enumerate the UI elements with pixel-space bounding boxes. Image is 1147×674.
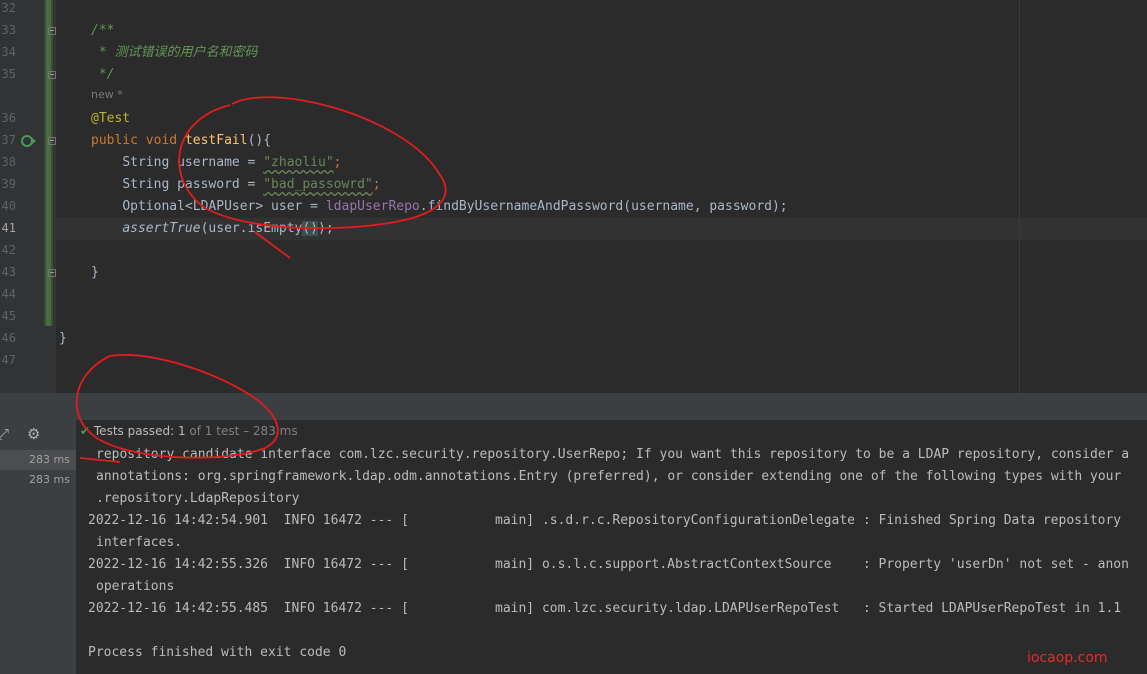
console-line: Process finished with exit code 0 [88, 645, 347, 660]
line-number: 36 [1, 111, 16, 125]
line-number: 37 [1, 133, 16, 147]
vcs-change-marker [44, 0, 53, 326]
watermark: iocaop.com [1027, 650, 1108, 666]
fold-icon[interactable] [48, 27, 56, 35]
code-line: */ [91, 67, 115, 82]
console-line: .repository.LdapRepository [96, 491, 300, 506]
console-line: 2022-12-16 14:42:55.485 INFO 16472 --- [… [88, 601, 1122, 616]
console-line: 2022-12-16 14:42:55.326 INFO 16472 --- [… [88, 557, 1129, 572]
test-tree[interactable]: 283 ms 283 ms [0, 420, 77, 674]
run-panel-header [0, 393, 1147, 420]
line-number: 32 [1, 1, 16, 15]
line-number: 42 [1, 243, 16, 257]
test-tree-row[interactable]: 283 ms [0, 470, 76, 490]
line-number: 44 [1, 287, 16, 301]
code-editor[interactable]: 32 33 34 35 36 37 38 39 40 41 42 43 44 4… [0, 0, 1147, 393]
code-line: String password = "bad_passowrd"; [122, 177, 381, 192]
line-number: 46 [1, 331, 16, 345]
expand-icon[interactable]: ⤢ [0, 425, 9, 443]
console-line: operations [96, 579, 175, 594]
line-number: 41 [1, 221, 16, 235]
gear-icon[interactable]: ⚙ [27, 425, 40, 443]
line-number: 45 [1, 309, 16, 323]
code-line: String username = "zhaoliu"; [122, 155, 342, 170]
test-status: ✔ Tests passed: 1 of 1 test – 283 ms [80, 424, 298, 438]
code-line: public void testFail(){ [91, 133, 272, 148]
code-line: Optional<LDAPUser> user = ldapUserRepo.f… [122, 199, 788, 214]
method-name: testFail [184, 133, 248, 148]
code-line: } [91, 265, 99, 280]
right-margin-guide [1019, 0, 1020, 393]
code-line: @Test [91, 111, 131, 126]
run-tool-window: 283 ms 283 ms ⤢ ⚙ ✔ Tests passed: 1 of 1… [0, 393, 1147, 674]
editor-gutter: 32 33 34 35 36 37 38 39 40 41 42 43 44 4… [0, 0, 56, 393]
run-test-icon[interactable] [21, 133, 37, 149]
check-icon: ✔ [80, 424, 91, 438]
inlay-hint: new * [91, 88, 123, 101]
console-line: 2022-12-16 14:42:54.901 INFO 16472 --- [… [88, 513, 1122, 528]
line-number: 47 [1, 353, 16, 367]
code-line: assertTrue(user.isEmpty()); [122, 221, 334, 236]
fold-icon[interactable] [48, 71, 56, 79]
code-line: /** [91, 23, 115, 38]
line-number: 33 [1, 23, 16, 37]
line-number: 38 [1, 155, 16, 169]
line-number: 40 [1, 199, 16, 213]
fold-icon[interactable] [48, 269, 56, 277]
code-line: * 测试错误的用户名和密码 [91, 45, 258, 60]
test-tree-row[interactable]: 283 ms [0, 450, 76, 470]
line-number: 39 [1, 177, 16, 191]
line-number: 35 [1, 67, 16, 81]
console-line: annotations: org.springframework.ldap.od… [96, 469, 1122, 484]
line-number: 34 [1, 45, 16, 59]
console-line: interfaces. [96, 535, 183, 550]
line-number: 43 [1, 265, 16, 279]
console-line: repository candidate interface com.lzc.s… [96, 447, 1130, 462]
fold-icon[interactable] [48, 137, 56, 145]
code-line: } [59, 331, 67, 346]
